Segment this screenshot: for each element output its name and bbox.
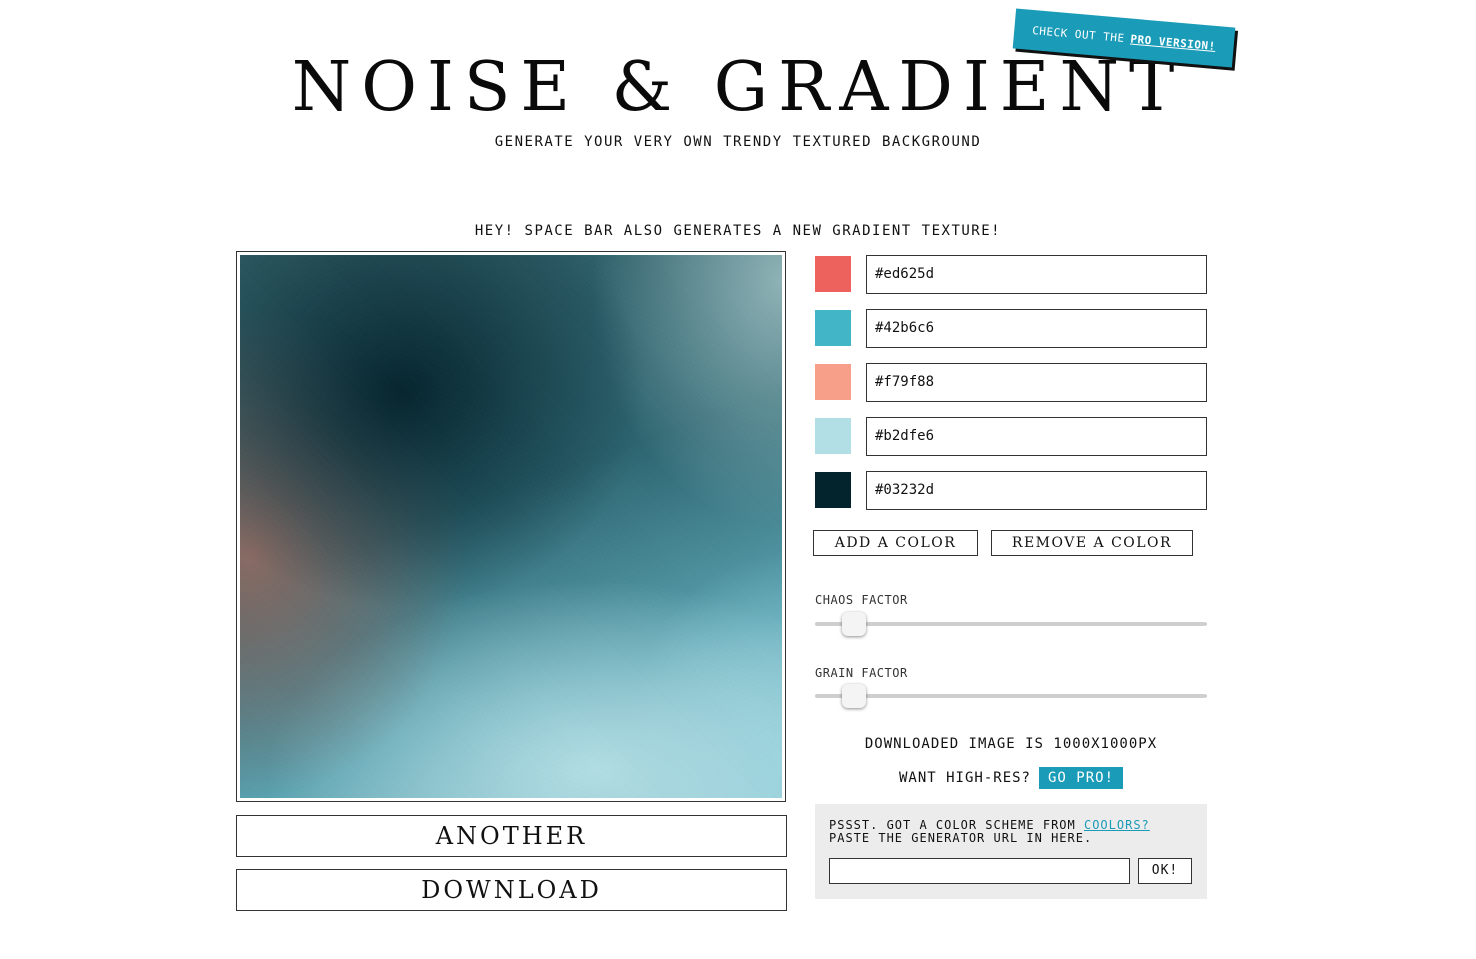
coolors-prefix-text: PSSST. GOT A COLOR SCHEME FROM	[829, 818, 1076, 832]
grain-slider-thumb[interactable]	[842, 684, 867, 708]
color-row: #42b6c6	[815, 309, 1207, 349]
grain-factor-label: GRAIN FACTOR	[815, 666, 908, 680]
color-swatch[interactable]	[815, 472, 851, 508]
hex-color-input[interactable]: #42b6c6	[866, 309, 1207, 348]
color-swatch[interactable]	[815, 256, 851, 292]
color-swatch[interactable]	[815, 364, 851, 400]
coolors-instructions: PSSST. GOT A COLOR SCHEME FROM COOLORS? …	[829, 819, 1150, 845]
want-high-res-text: WANT HIGH-RES?	[898, 770, 1031, 786]
color-row: #ed625d	[815, 255, 1207, 295]
coolors-url-input[interactable]	[829, 858, 1130, 884]
download-button[interactable]: DOWNLOAD	[236, 869, 787, 911]
gradient-preview-frame	[236, 251, 786, 802]
hex-color-input[interactable]: #b2dfe6	[866, 417, 1207, 456]
color-swatch[interactable]	[815, 310, 851, 346]
another-button[interactable]: ANOTHER	[236, 815, 787, 857]
remove-color-button[interactable]: REMOVE A COLOR	[991, 530, 1193, 556]
color-row: #f79f88	[815, 363, 1207, 403]
chaos-factor-slider[interactable]	[815, 612, 1207, 636]
coolors-link[interactable]: COOLORS?	[1084, 818, 1150, 832]
color-row: #b2dfe6	[815, 417, 1207, 457]
chaos-slider-thumb[interactable]	[842, 612, 867, 636]
high-res-row: WANT HIGH-RES? GO PRO!	[815, 767, 1207, 789]
color-swatch[interactable]	[815, 418, 851, 454]
space-bar-hint: HEY! SPACE BAR ALSO GENERATES A NEW GRAD…	[474, 223, 1002, 239]
coolors-import-box: PSSST. GOT A COLOR SCHEME FROM COOLORS? …	[815, 804, 1207, 899]
ok-button[interactable]: OK!	[1138, 858, 1192, 884]
add-color-button[interactable]: ADD A COLOR	[813, 530, 978, 556]
gradient-preview	[240, 255, 782, 798]
pro-banner-text: CHECK OUT THE	[1031, 23, 1126, 45]
coolors-line2-text: PASTE THE GENERATOR URL IN HERE.	[829, 831, 1093, 845]
hex-color-input[interactable]: #ed625d	[866, 255, 1207, 294]
grain-factor-slider[interactable]	[815, 684, 1207, 708]
hex-color-input[interactable]: #03232d	[866, 471, 1207, 510]
pro-version-link[interactable]: PRO VERSION!	[1130, 32, 1216, 52]
download-size-info: DOWNLOADED IMAGE IS 1000X1000PX	[864, 736, 1158, 752]
hex-color-input[interactable]: #f79f88	[866, 363, 1207, 402]
color-row: #03232d	[815, 471, 1207, 511]
chaos-factor-label: CHAOS FACTOR	[815, 593, 908, 607]
page-subtitle: GENERATE YOUR VERY OWN TRENDY TEXTURED B…	[494, 134, 982, 150]
go-pro-button[interactable]: GO PRO!	[1039, 767, 1124, 789]
page-title: NOISE & GRADIENT	[291, 48, 1185, 127]
